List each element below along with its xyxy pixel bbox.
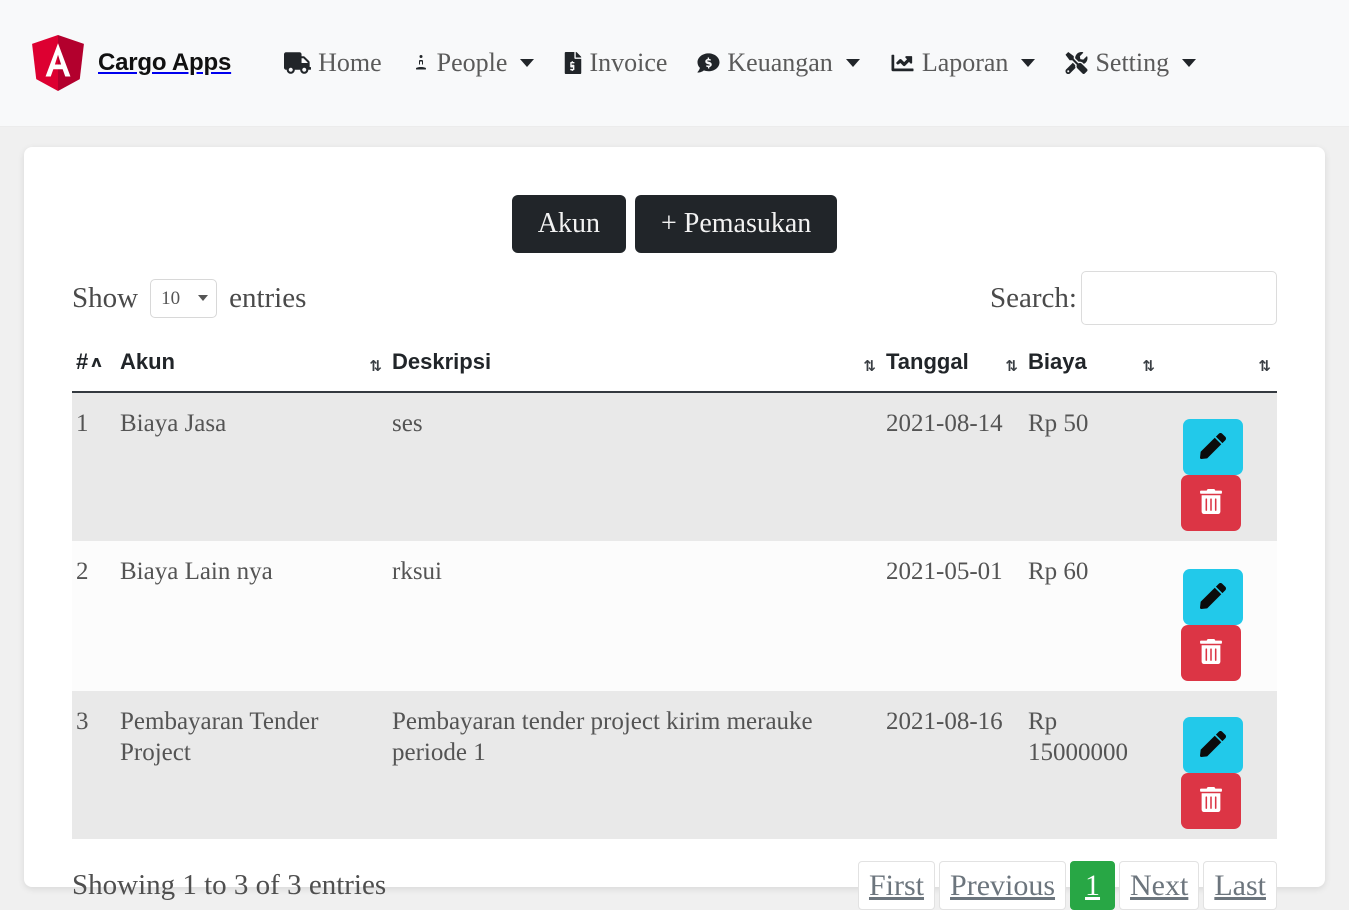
cell-deskripsi: ses	[392, 410, 423, 438]
table-row: 2 Biaya Lain nya rksui 2021-05-01 Rp 60	[72, 541, 1277, 692]
search-control: Search:	[990, 271, 1277, 326]
truck-icon	[284, 52, 312, 74]
nav-item-home[interactable]: Home	[269, 48, 397, 78]
nav-item-setting[interactable]: Setting	[1050, 48, 1211, 78]
sort-icon: ⇅	[369, 357, 382, 376]
sort-icon: ⇅	[1142, 357, 1155, 376]
nav-item-keuangan[interactable]: Keuangan	[682, 48, 874, 78]
person-booth-icon	[412, 52, 430, 74]
edit-button[interactable]	[1183, 717, 1243, 774]
column-header-num[interactable]: # ʌ	[72, 343, 116, 394]
cell-num: 3	[76, 708, 89, 736]
pagination-page-1[interactable]: 1	[1070, 861, 1116, 910]
table-row: 1 Biaya Jasa ses 2021-08-14 Rp 50	[72, 392, 1277, 542]
page-length-select-wrap: 10 25 50 100	[150, 278, 218, 318]
navbar: Cargo Apps Home People Invoice Keuangan …	[0, 0, 1349, 127]
akun-button[interactable]: Akun	[511, 195, 626, 254]
page-length-select[interactable]: 10 25 50 100	[150, 278, 218, 318]
column-header-akun[interactable]: Akun ⇅	[116, 343, 388, 394]
cell-biaya: Rp 60	[1028, 558, 1089, 586]
transactions-table: #ʌ Akun ⇅ Deskripsi ⇅ Tanggal ⇅ Biaya ⇅	[72, 343, 1277, 840]
nav-item-people[interactable]: People	[397, 48, 550, 78]
delete-button[interactable]	[1181, 625, 1241, 682]
cell-tanggal: 2021-08-16	[886, 708, 1003, 736]
cell-actions	[1161, 691, 1277, 839]
pagination-next[interactable]: Next	[1119, 861, 1200, 910]
pagination-first[interactable]: First	[857, 861, 936, 910]
pagination-last[interactable]: Last	[1203, 861, 1277, 910]
cell-biaya: Rp 50	[1028, 410, 1089, 438]
nav-label-people: People	[436, 48, 508, 77]
sort-icon: ⇅	[863, 357, 876, 376]
edit-button[interactable]	[1183, 419, 1243, 476]
column-header-tanggal[interactable]: Tanggal ⇅	[882, 343, 1024, 394]
sort-icon: ⇅	[1258, 357, 1271, 376]
cell-akun: Biaya Jasa	[120, 410, 227, 438]
cell-deskripsi: Pembayaran tender project kirim merauke …	[392, 708, 813, 766]
search-label: Search:	[990, 281, 1077, 314]
table-body: 1 Biaya Jasa ses 2021-08-14 Rp 50 2 Biay…	[72, 392, 1277, 840]
cell-num: 1	[76, 410, 89, 438]
content-card: Akun + Pemasukan Show 10 25 50 100 entri…	[24, 147, 1325, 910]
nav-label-keuangan: Keuangan	[727, 48, 833, 77]
sort-icon: ⇅	[1005, 357, 1018, 376]
nav-item-invoice[interactable]: Invoice	[549, 48, 682, 78]
pagination-previous[interactable]: Previous	[939, 861, 1067, 910]
entries-info: Showing 1 to 3 of 3 entries	[72, 869, 387, 902]
add-pemasukan-button[interactable]: + Pemasukan	[634, 195, 838, 254]
file-invoice-dollar-icon	[564, 52, 582, 74]
cell-num: 2	[76, 558, 89, 586]
edit-button[interactable]	[1183, 569, 1243, 626]
show-label: Show	[72, 281, 139, 314]
chevron-down-icon	[845, 59, 860, 67]
table-footer: Showing 1 to 3 of 3 entries First Previo…	[72, 861, 1277, 910]
trash-icon	[1200, 489, 1222, 517]
chevron-down-icon	[1182, 59, 1197, 67]
chart-line-icon	[890, 52, 915, 74]
nav-label-laporan: Laporan	[921, 48, 1009, 77]
page-length-control: Show 10 25 50 100 entries	[72, 278, 307, 318]
nav-label-setting: Setting	[1095, 48, 1170, 77]
delete-button[interactable]	[1181, 773, 1241, 830]
column-header-actions[interactable]: ⇅	[1161, 343, 1277, 394]
pencil-icon	[1200, 432, 1226, 462]
table-row: 3 Pembayaran Tender Project Pembayaran t…	[72, 691, 1277, 840]
cell-tanggal: 2021-05-01	[886, 558, 1003, 586]
cell-actions	[1161, 392, 1277, 541]
cell-akun: Biaya Lain nya	[120, 558, 273, 586]
table-controls: Show 10 25 50 100 entries Search:	[72, 271, 1277, 326]
brand-title: Cargo Apps	[98, 49, 232, 76]
entries-label: entries	[229, 281, 307, 314]
delete-button[interactable]	[1181, 475, 1241, 532]
trash-icon	[1200, 639, 1222, 667]
comment-dollar-icon	[697, 52, 720, 74]
table-head: #ʌ Akun ⇅ Deskripsi ⇅ Tanggal ⇅ Biaya ⇅	[72, 343, 1277, 394]
column-header-biaya[interactable]: Biaya ⇅	[1024, 343, 1161, 394]
pencil-icon	[1200, 730, 1226, 760]
nav-label-home: Home	[318, 48, 382, 77]
trash-icon	[1200, 787, 1222, 815]
tools-icon	[1065, 52, 1088, 74]
action-buttons: Akun + Pemasukan	[72, 195, 1277, 254]
brand-link[interactable]: Cargo Apps	[32, 35, 231, 91]
pencil-icon	[1200, 582, 1226, 612]
nav-links: Home People Invoice Keuangan Laporan Set…	[269, 48, 1211, 78]
cell-deskripsi: rksui	[392, 558, 442, 586]
angular-shield-logo-icon	[32, 35, 84, 91]
cell-biaya: Rp 15000000	[1028, 708, 1128, 766]
table-header-row: #ʌ Akun ⇅ Deskripsi ⇅ Tanggal ⇅ Biaya ⇅	[72, 343, 1277, 394]
cell-actions	[1161, 541, 1277, 691]
nav-item-laporan[interactable]: Laporan	[875, 48, 1051, 78]
cell-tanggal: 2021-08-14	[886, 410, 1003, 438]
chevron-down-icon	[1021, 59, 1036, 67]
cell-akun: Pembayaran Tender Project	[120, 708, 319, 766]
column-header-deskripsi[interactable]: Deskripsi ⇅	[388, 343, 882, 394]
chevron-down-icon	[520, 59, 535, 67]
sort-ascending-icon: ʌ	[91, 352, 102, 372]
pagination: First Previous 1 Next Last	[857, 861, 1277, 910]
search-input[interactable]	[1081, 271, 1277, 326]
nav-label-invoice: Invoice	[589, 48, 668, 77]
